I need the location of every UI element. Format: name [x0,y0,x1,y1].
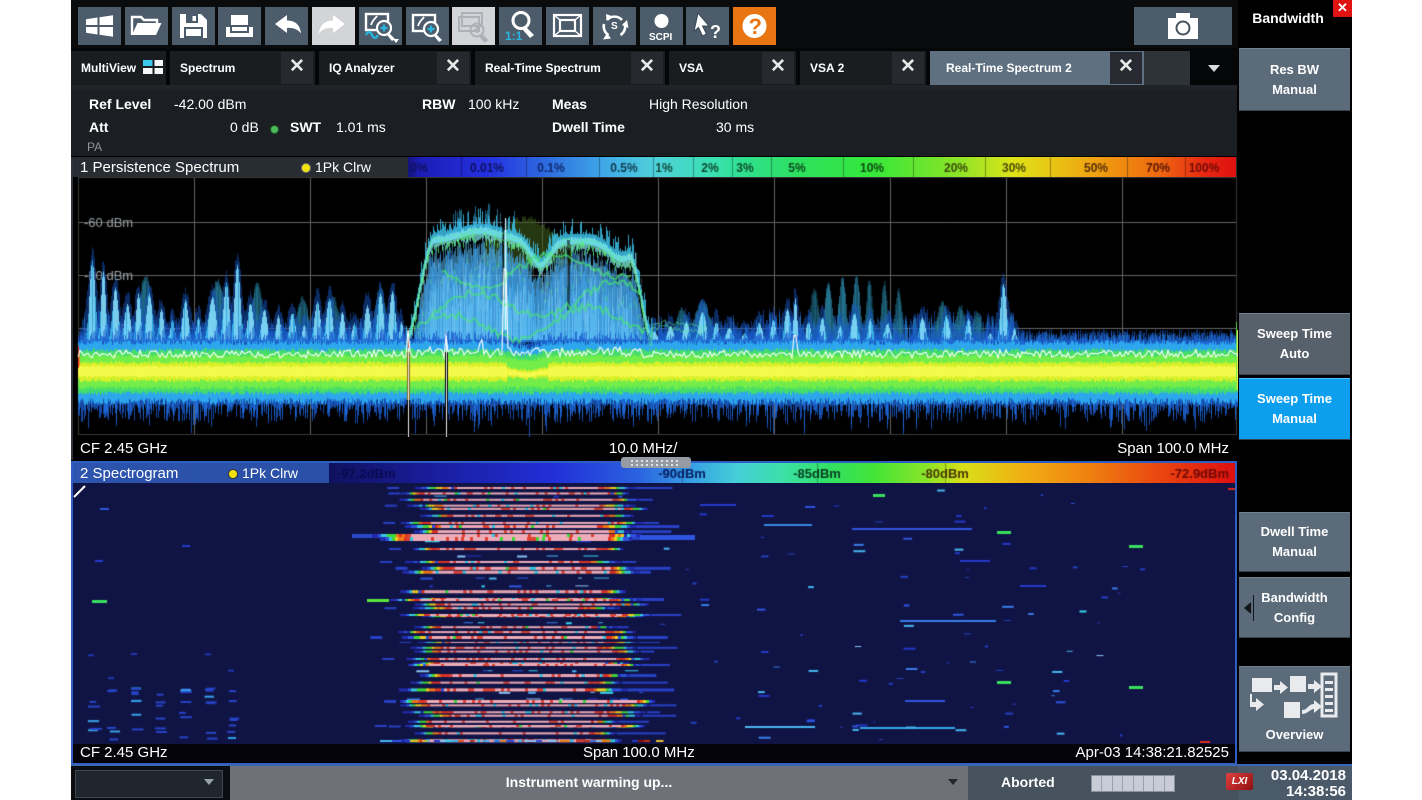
svg-text:?: ? [710,22,721,42]
svg-text:S: S [611,21,618,32]
svg-text:SCPI: SCPI [649,32,673,43]
svg-text:1:1: 1:1 [505,29,523,43]
svg-text:?: ? [749,14,762,39]
